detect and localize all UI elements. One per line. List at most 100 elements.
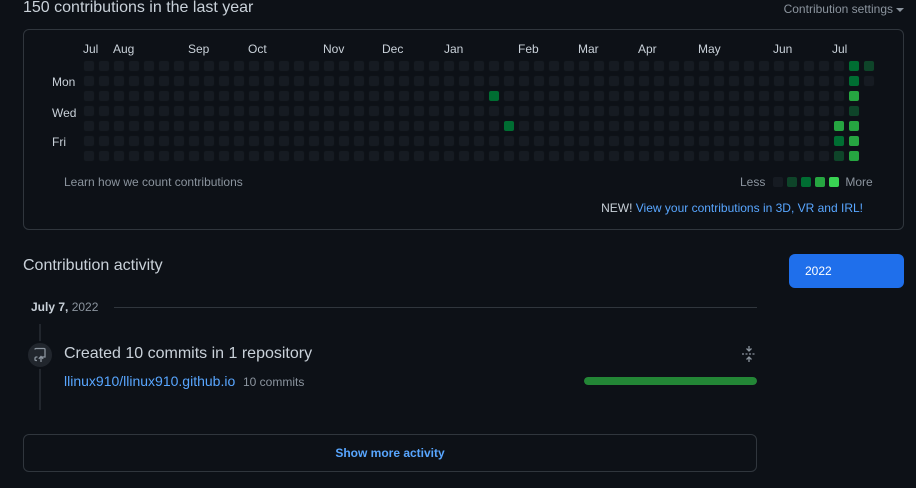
contribution-cell[interactable] — [833, 105, 845, 117]
contribution-cell[interactable] — [833, 150, 845, 162]
contribution-cell[interactable] — [578, 105, 590, 117]
contribution-cell[interactable] — [608, 120, 620, 132]
contribution-cell[interactable] — [578, 90, 590, 102]
contribution-cell[interactable] — [728, 60, 740, 72]
contribution-cell[interactable] — [773, 150, 785, 162]
contribution-cell[interactable] — [83, 150, 95, 162]
contribution-cell[interactable] — [773, 75, 785, 87]
contribution-cell[interactable] — [848, 105, 860, 117]
contribution-cell[interactable] — [368, 135, 380, 147]
contribution-cell[interactable] — [113, 150, 125, 162]
contribution-cell[interactable] — [668, 120, 680, 132]
contribution-cell[interactable] — [98, 75, 110, 87]
contribution-cell[interactable] — [413, 105, 425, 117]
contribution-cell[interactable] — [548, 90, 560, 102]
contribution-cell[interactable] — [263, 150, 275, 162]
contribution-cell[interactable] — [578, 75, 590, 87]
contribution-cell[interactable] — [98, 105, 110, 117]
contribution-cell[interactable] — [623, 75, 635, 87]
contribution-cell[interactable] — [698, 150, 710, 162]
contribution-cell[interactable] — [233, 135, 245, 147]
contribution-cell[interactable] — [548, 150, 560, 162]
contribution-cell[interactable] — [338, 105, 350, 117]
contribution-cell[interactable] — [608, 60, 620, 72]
contribution-cell[interactable] — [683, 90, 695, 102]
contribution-cell[interactable] — [563, 60, 575, 72]
contribution-cell[interactable] — [173, 135, 185, 147]
contribution-cell[interactable] — [488, 90, 500, 102]
contribution-cell[interactable] — [803, 105, 815, 117]
contribution-cell[interactable] — [338, 120, 350, 132]
contribution-cell[interactable] — [368, 120, 380, 132]
contribution-cell[interactable] — [158, 135, 170, 147]
contribution-cell[interactable] — [578, 135, 590, 147]
contribution-cell[interactable] — [83, 60, 95, 72]
contribution-cell[interactable] — [398, 120, 410, 132]
contribution-cell[interactable] — [203, 120, 215, 132]
contribution-cell[interactable] — [758, 105, 770, 117]
contribution-cell[interactable] — [293, 135, 305, 147]
contribution-cell[interactable] — [788, 120, 800, 132]
fold-icon[interactable] — [741, 345, 757, 363]
contribution-cell[interactable] — [263, 120, 275, 132]
contribution-cell[interactable] — [98, 120, 110, 132]
contribution-cell[interactable] — [308, 120, 320, 132]
contribution-cell[interactable] — [503, 135, 515, 147]
contribution-cell[interactable] — [803, 120, 815, 132]
year-2022-button[interactable]: 2022 — [789, 254, 904, 288]
contribution-cell[interactable] — [608, 150, 620, 162]
view-3d-contributions-link[interactable]: View your contributions in 3D, VR and IR… — [636, 201, 863, 215]
contribution-cell[interactable] — [848, 135, 860, 147]
contribution-cell[interactable] — [758, 75, 770, 87]
contribution-cell[interactable] — [353, 135, 365, 147]
contribution-cell[interactable] — [503, 120, 515, 132]
contribution-cell[interactable] — [743, 105, 755, 117]
contribution-cell[interactable] — [818, 135, 830, 147]
contribution-cell[interactable] — [203, 90, 215, 102]
contribution-cell[interactable] — [803, 75, 815, 87]
contribution-cell[interactable] — [158, 120, 170, 132]
contribution-cell[interactable] — [248, 75, 260, 87]
contribution-cell[interactable] — [533, 75, 545, 87]
contribution-cell[interactable] — [428, 60, 440, 72]
contribution-cell[interactable] — [158, 105, 170, 117]
contribution-cell[interactable] — [443, 120, 455, 132]
contribution-cell[interactable] — [593, 90, 605, 102]
contribution-cell[interactable] — [173, 105, 185, 117]
contribution-cell[interactable] — [473, 75, 485, 87]
contribution-cell[interactable] — [608, 75, 620, 87]
contribution-cell[interactable] — [323, 60, 335, 72]
contribution-cell[interactable] — [608, 90, 620, 102]
contribution-cell[interactable] — [683, 60, 695, 72]
contribution-cell[interactable] — [818, 120, 830, 132]
contribution-cell[interactable] — [728, 135, 740, 147]
contribution-cell[interactable] — [188, 120, 200, 132]
learn-how-we-count-link[interactable]: Learn how we count contributions — [64, 175, 243, 189]
contribution-cell[interactable] — [593, 120, 605, 132]
contribution-cell[interactable] — [368, 60, 380, 72]
contribution-cell[interactable] — [173, 60, 185, 72]
contribution-cell[interactable] — [803, 60, 815, 72]
contribution-settings-dropdown[interactable]: Contribution settings — [784, 2, 904, 16]
contribution-cell[interactable] — [353, 105, 365, 117]
contribution-cell[interactable] — [758, 90, 770, 102]
contribution-cell[interactable] — [623, 150, 635, 162]
contribution-cell[interactable] — [113, 75, 125, 87]
contribution-cell[interactable] — [428, 120, 440, 132]
contribution-cell[interactable] — [398, 75, 410, 87]
contribution-cell[interactable] — [173, 90, 185, 102]
contribution-cell[interactable] — [728, 90, 740, 102]
contribution-cell[interactable] — [533, 135, 545, 147]
contribution-cell[interactable] — [728, 105, 740, 117]
contribution-cell[interactable] — [113, 135, 125, 147]
contribution-cell[interactable] — [218, 135, 230, 147]
contribution-cell[interactable] — [83, 135, 95, 147]
contribution-cell[interactable] — [128, 120, 140, 132]
contribution-cell[interactable] — [113, 60, 125, 72]
contribution-cell[interactable] — [353, 75, 365, 87]
contribution-cell[interactable] — [803, 135, 815, 147]
contribution-cell[interactable] — [488, 150, 500, 162]
contribution-cell[interactable] — [773, 90, 785, 102]
contribution-cell[interactable] — [593, 75, 605, 87]
contribution-cell[interactable] — [638, 75, 650, 87]
